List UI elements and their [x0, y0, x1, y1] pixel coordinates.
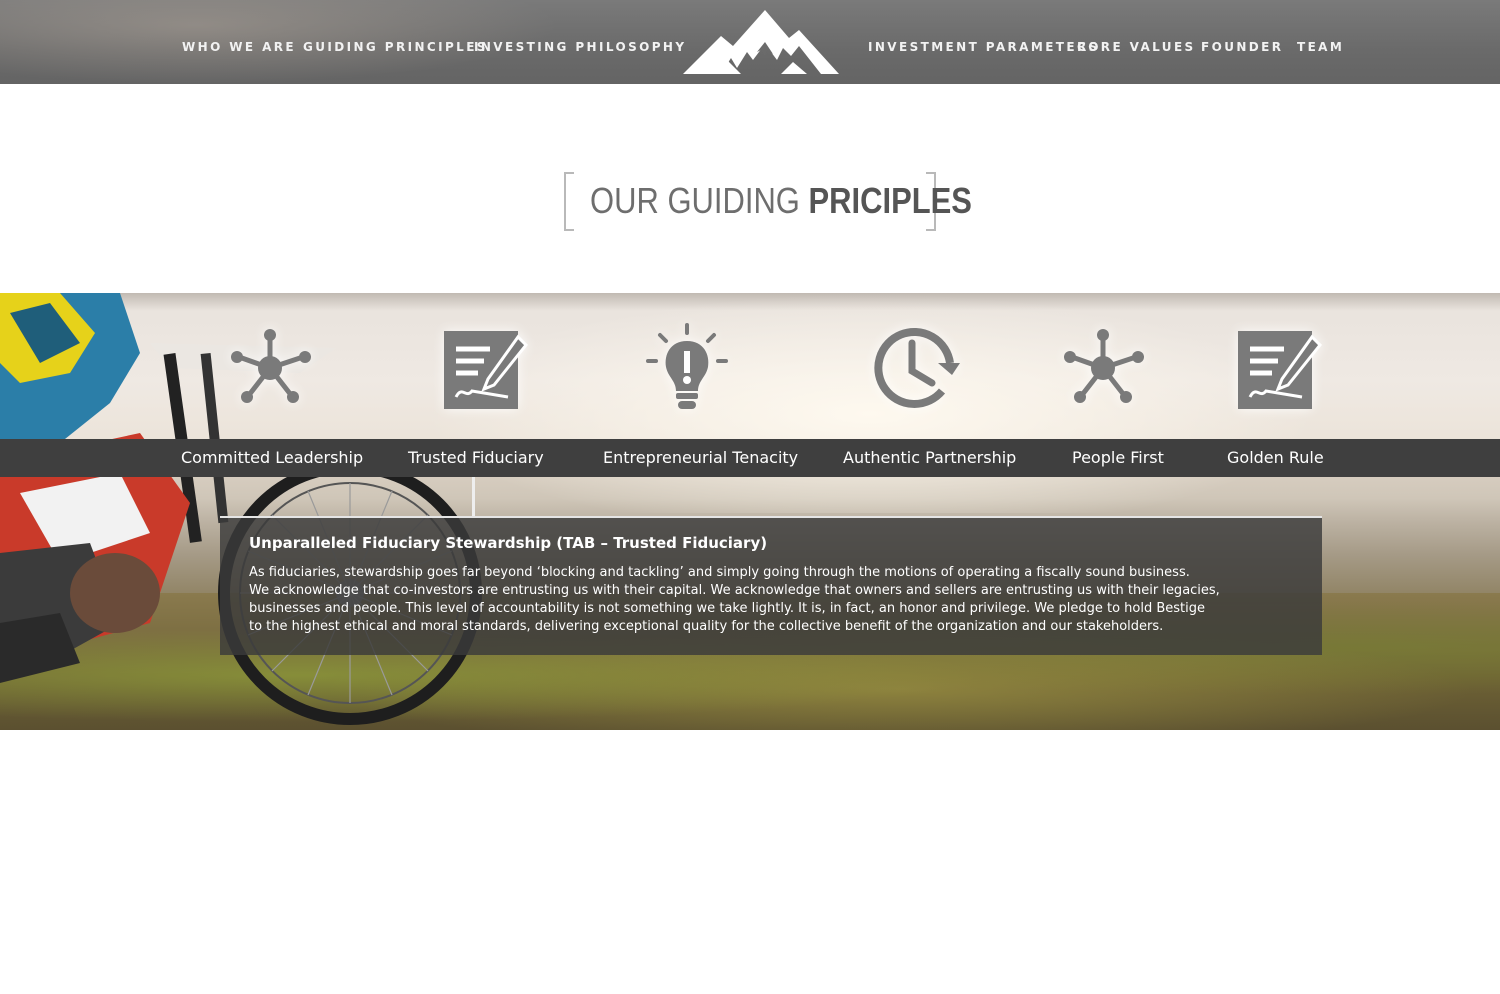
tab-people-first[interactable]: People First [1072, 448, 1164, 467]
principles-hero: Committed Leadership Trusted Fiduciary E… [0, 293, 1500, 730]
page-title-bold: PRICIPLES [808, 180, 972, 221]
nav-guiding-principles[interactable]: GUIDING PRINCIPLES [303, 40, 488, 54]
section-title: OUR GUIDING PRICIPLES [564, 172, 972, 231]
tab-authentic-partnership[interactable]: Authentic Partnership [843, 448, 1016, 467]
page-title-light: OUR GUIDING [590, 180, 809, 221]
nav-investment-parameters[interactable]: INVESTMENT PARAMETERS [868, 40, 1100, 54]
nav-founder[interactable]: FOUNDER [1201, 40, 1283, 54]
document-signature-icon[interactable] [1232, 323, 1322, 413]
tab-trusted-fiduciary[interactable]: Trusted Fiduciary [408, 448, 544, 467]
tab-committed-leadership[interactable]: Committed Leadership [181, 448, 363, 467]
document-signature-icon[interactable] [438, 323, 528, 413]
principle-description-panel: Unparalleled Fiduciary Stewardship (TAB … [220, 516, 1322, 655]
nav-investing-philosophy[interactable]: INVESTING PHILOSOPHY [474, 40, 686, 54]
active-tab-pointer [472, 477, 475, 517]
clock-refresh-icon[interactable] [872, 323, 962, 413]
network-icon[interactable] [225, 323, 315, 413]
left-bracket [564, 172, 574, 231]
nav-who-we-are[interactable]: WHO WE ARE [182, 40, 296, 54]
nav-core-values[interactable]: CORE VALUES [1077, 40, 1196, 54]
lightbulb-icon[interactable] [642, 323, 732, 413]
principles-tab-bar: Committed Leadership Trusted Fiduciary E… [0, 439, 1500, 477]
principle-title: Unparalleled Fiduciary Stewardship (TAB … [249, 534, 768, 552]
network-icon[interactable] [1058, 323, 1148, 413]
tab-entrepreneurial-tenacity[interactable]: Entrepreneurial Tenacity [603, 448, 798, 467]
tab-golden-rule[interactable]: Golden Rule [1227, 448, 1324, 467]
nav-team[interactable]: TEAM [1297, 40, 1344, 54]
principle-text: As fiduciaries, stewardship goes far bey… [249, 565, 1220, 634]
mountain-logo[interactable] [681, 8, 841, 78]
page-title: OUR GUIDING PRICIPLES [590, 180, 972, 222]
site-header: WHO WE ARE GUIDING PRINCIPLES INVESTING … [0, 0, 1500, 84]
